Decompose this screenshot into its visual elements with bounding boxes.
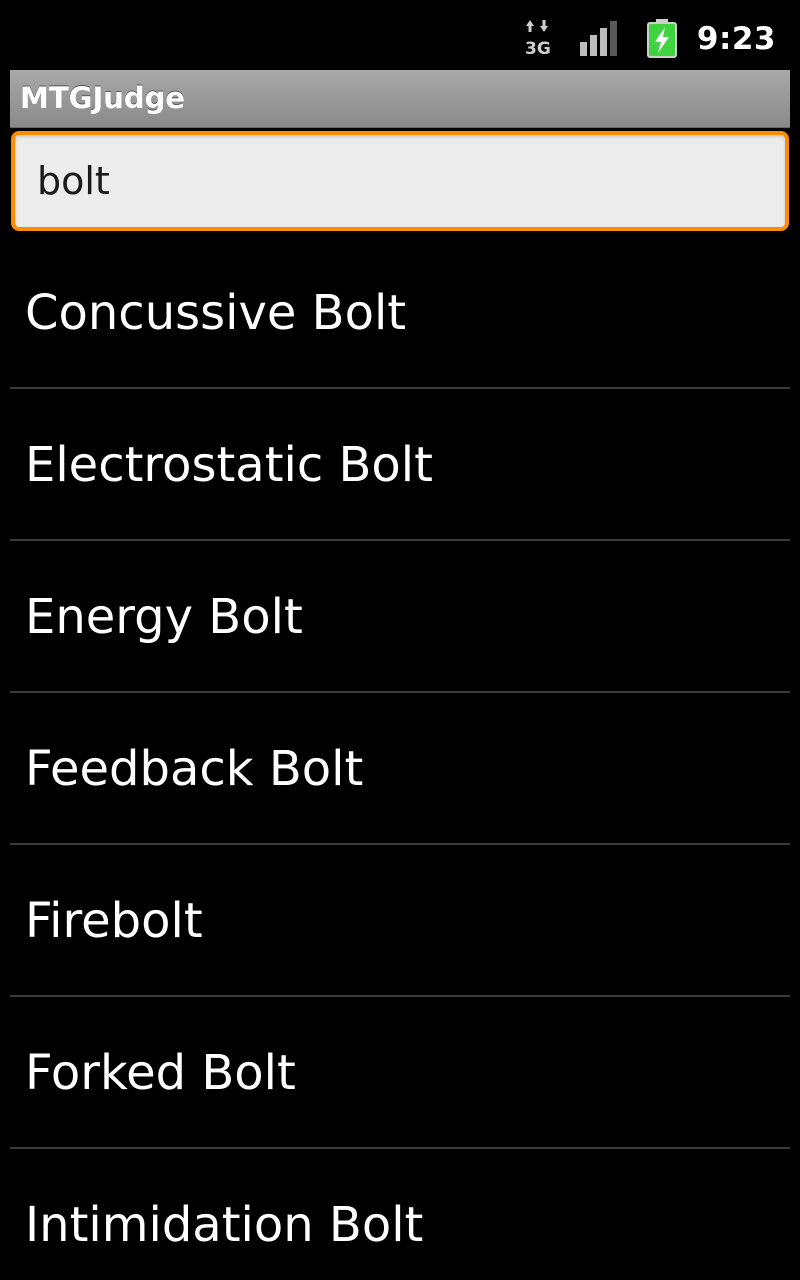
list-item-label: Energy Bolt xyxy=(25,589,303,645)
list-item-label: Firebolt xyxy=(25,893,203,949)
title-bar: MTGJudge xyxy=(10,70,790,128)
battery-charging-icon xyxy=(645,18,679,58)
search-field[interactable] xyxy=(11,131,789,231)
svg-text:3G: 3G xyxy=(525,39,551,58)
signal-icon xyxy=(578,18,622,58)
list-item[interactable]: Firebolt xyxy=(10,845,790,997)
list-item[interactable]: Electrostatic Bolt xyxy=(10,389,790,541)
list-item[interactable]: Feedback Bolt xyxy=(10,693,790,845)
screen: 3G 9:23 MTGJudge Concus xyxy=(0,0,800,1280)
results-list: Concussive Bolt Electrostatic Bolt Energ… xyxy=(10,237,790,1280)
list-item-label: Feedback Bolt xyxy=(25,741,364,797)
list-item-label: Forked Bolt xyxy=(25,1045,296,1101)
list-item[interactable]: Intimidation Bolt xyxy=(10,1149,790,1280)
list-item-label: Intimidation Bolt xyxy=(25,1197,424,1253)
list-item[interactable]: Concussive Bolt xyxy=(10,237,790,389)
search-input[interactable] xyxy=(37,153,757,209)
data-3g-icon: 3G xyxy=(522,18,554,59)
status-bar: 3G 9:23 xyxy=(0,0,800,70)
list-item[interactable]: Forked Bolt xyxy=(10,997,790,1149)
list-item-label: Electrostatic Bolt xyxy=(25,437,433,493)
list-item-label: Concussive Bolt xyxy=(25,285,407,341)
status-time: 9:23 xyxy=(696,21,776,57)
app-title: MTGJudge xyxy=(20,81,186,115)
list-item[interactable]: Energy Bolt xyxy=(10,541,790,693)
